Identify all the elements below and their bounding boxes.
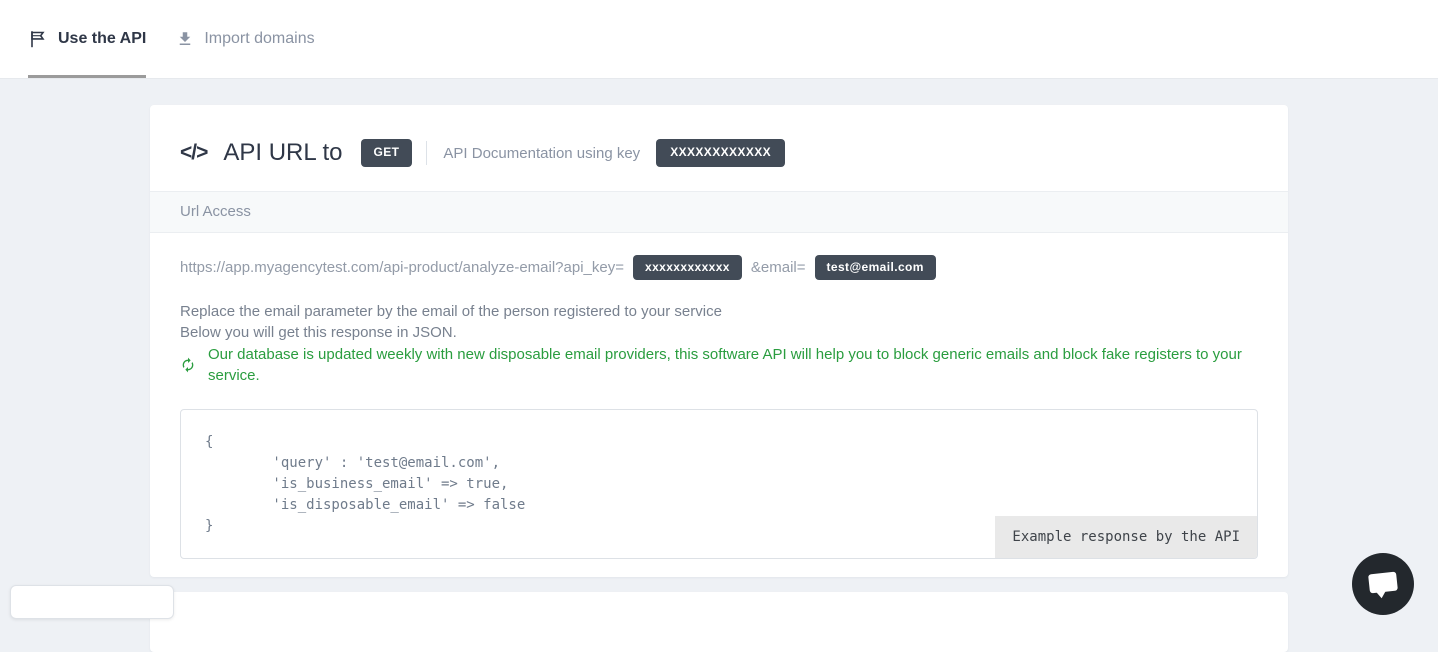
refresh-icon: [180, 357, 196, 373]
download-icon: [176, 30, 194, 48]
example-response-code-block: { 'query' : 'test@email.com', 'is_busine…: [180, 409, 1258, 559]
description-line-2: Below you will get this response in JSON…: [180, 322, 1258, 343]
chat-launcher-button[interactable]: [1352, 553, 1414, 615]
tab-import-domains[interactable]: Import domains: [176, 0, 314, 78]
api-key-badge[interactable]: XXXXXXXXXXXX: [656, 139, 785, 166]
header-divider: [426, 141, 427, 165]
tab-label: Use the API: [58, 30, 146, 48]
api-card: </> API URL to GET API Documentation usi…: [150, 105, 1288, 577]
api-docs-link[interactable]: API Documentation using key XXXXXXXXXXXX: [443, 139, 785, 166]
docs-label: API Documentation using key: [443, 145, 640, 162]
chat-bubble-icon: [1368, 572, 1398, 594]
update-notice: Our database is updated weekly with new …: [180, 344, 1258, 386]
description-line-1: Replace the email parameter by the email…: [180, 301, 1258, 322]
api-url-row: https://app.myagencytest.com/api-product…: [180, 255, 1258, 280]
tab-label: Import domains: [204, 30, 314, 48]
next-card-partial: [150, 592, 1288, 652]
notice-text: Our database is updated weekly with new …: [208, 344, 1258, 386]
api-card-body: https://app.myagencytest.com/api-product…: [150, 233, 1288, 577]
code-line: {: [205, 432, 1233, 453]
method-badge: GET: [361, 139, 413, 166]
tab-use-the-api[interactable]: Use the API: [28, 0, 146, 78]
tab-bar: Use the API Import domains: [0, 0, 1438, 79]
code-line: 'query' : 'test@email.com',: [205, 453, 1233, 474]
url-access-bar: Url Access: [150, 191, 1288, 233]
bottom-left-popup: [10, 585, 174, 619]
code-caption: Example response by the API: [995, 516, 1257, 558]
url-email-param: &email=: [751, 259, 806, 276]
section-title: Url Access: [180, 203, 251, 220]
code-line: 'is_disposable_email' => false: [205, 495, 1233, 516]
api-card-header: </> API URL to GET API Documentation usi…: [150, 105, 1288, 191]
flag-icon: [28, 29, 48, 49]
url-prefix: https://app.myagencytest.com/api-product…: [180, 259, 624, 276]
card-title: API URL to: [223, 139, 342, 167]
code-line: 'is_business_email' => true,: [205, 474, 1233, 495]
url-email-badge[interactable]: test@email.com: [815, 255, 936, 280]
code-icon: </>: [180, 141, 207, 165]
url-api-key-badge[interactable]: xxxxxxxxxxxx: [633, 255, 742, 280]
